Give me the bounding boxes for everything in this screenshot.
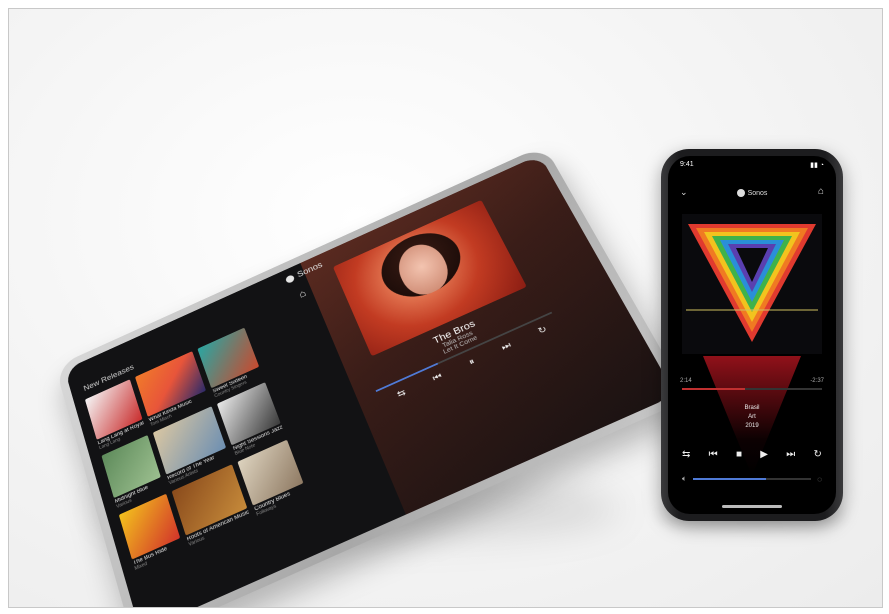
phone-header: Sonos	[668, 184, 836, 202]
repeat-icon[interactable]: ↻	[814, 449, 822, 460]
previous-icon[interactable]: ⏮	[709, 449, 718, 460]
track-progress-bar[interactable]	[682, 388, 822, 390]
track-artist: Art	[748, 414, 756, 420]
phone-device: 9:41 ▮▮ ◔ ⌄ Sonos ⌂ 2:14 -2:37 Brasil Ar…	[661, 149, 843, 521]
volume-max-icon: ◌	[817, 474, 822, 484]
playback-controls: ⇆ ⏮ ■ ▶ ⏭ ↻	[682, 449, 822, 460]
home-indicator	[722, 505, 782, 508]
brand-name: Sonos	[295, 260, 324, 280]
shuffle-icon[interactable]: ⇆	[682, 449, 690, 460]
tablet-device: New Releases Lang Lang at Royal Lang Lang…	[55, 145, 690, 607]
volume-slider[interactable]	[692, 478, 812, 480]
remaining-time: -2:37	[810, 378, 824, 384]
volume-control: 🔈︎ ◌	[682, 474, 822, 484]
next-icon[interactable]: ⏭	[786, 449, 795, 460]
volume-fill	[692, 478, 767, 480]
product-image-frame: New Releases Lang Lang at Royal Lang Lang…	[8, 8, 883, 608]
brand-icon	[284, 273, 296, 284]
status-icons: ▮▮ ◔	[810, 162, 824, 169]
brand-icon	[736, 189, 745, 197]
album-tile[interactable]: Country Blues Folkways	[237, 439, 309, 518]
track-title: Brasil	[744, 405, 760, 411]
pause-icon[interactable]: ⏸	[467, 357, 476, 368]
play-icon[interactable]: ▶	[760, 449, 768, 460]
phone-album-art	[682, 214, 822, 354]
album-tile[interactable]: The Bus Ride Mixed	[118, 493, 184, 572]
home-icon[interactable]: ⌂	[818, 186, 824, 197]
track-album: 2019	[745, 423, 759, 429]
brand-logo: Sonos	[736, 189, 768, 197]
stop-icon[interactable]: ■	[736, 449, 742, 460]
status-time: 9:41	[680, 161, 694, 168]
phone-notch	[715, 156, 789, 172]
prism-artwork	[686, 224, 818, 342]
brand-name: Sonos	[747, 189, 768, 197]
speaker-icon: 🔈︎	[682, 474, 687, 483]
track-times: 2:14 -2:37	[680, 378, 824, 384]
progress-fill	[682, 388, 745, 390]
elapsed-time: 2:14	[680, 378, 692, 384]
track-info: Brasil Art 2019	[668, 404, 836, 431]
phone-screen: 9:41 ▮▮ ◔ ⌄ Sonos ⌂ 2:14 -2:37 Brasil Ar…	[668, 156, 836, 514]
